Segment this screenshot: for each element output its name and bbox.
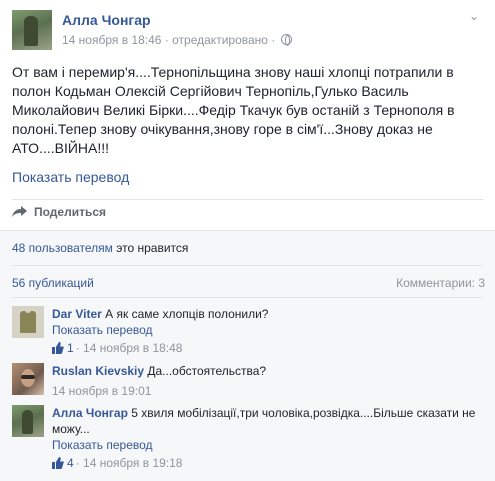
globe-icon[interactable] [280, 34, 292, 46]
comment-author[interactable]: Алла Чонгар [52, 406, 128, 420]
comment-body: Ruslan Kievskiy Да...обстоятельства? 14 … [52, 363, 482, 399]
share-label: Поделиться [34, 205, 107, 219]
post-text: От вам і перемир'я....Тернопільщина знов… [12, 64, 455, 156]
thumbs-up-icon [52, 457, 64, 469]
share-button[interactable]: Поделиться [12, 205, 106, 219]
post-meta: 14 ноября в 18:46 · отредактировано · [62, 33, 292, 47]
comment-text: А як саме хлопців полонили? [101, 307, 269, 321]
comment: Ruslan Kievskiy Да...обстоятельства? 14 … [12, 363, 482, 401]
chevron-down-icon[interactable]: ⌄ [467, 9, 481, 23]
comment-timestamp[interactable]: · 14 ноября в 19:18 [76, 455, 183, 471]
avatar[interactable] [12, 306, 44, 338]
post-author-name[interactable]: Алла Чонгар [62, 12, 151, 28]
feedback-section: 48 пользователям это нравится 56 публика… [0, 230, 495, 481]
author-avatar[interactable] [12, 10, 52, 50]
comment: Dar Viter А як саме хлопців полонили? По… [12, 306, 482, 362]
share-arrow-icon [12, 206, 28, 218]
comment-body: Dar Viter А як саме хлопців полонили? По… [52, 306, 482, 356]
divider [12, 199, 483, 200]
comment-meta: 14 ноября в 19:01 [52, 383, 482, 399]
shares-count-link[interactable]: 56 публикаций [12, 276, 94, 290]
comment: Алла Чонгар 5 хвиля мобілізації,три чоло… [12, 405, 482, 475]
comment-timestamp[interactable]: 14 ноября в 19:01 [52, 383, 151, 399]
comment-author[interactable]: Dar Viter [52, 307, 102, 321]
divider [12, 297, 483, 298]
avatar[interactable] [12, 405, 44, 437]
thumbs-up-icon [52, 342, 64, 354]
like-count[interactable]: 4 [52, 455, 74, 471]
show-translation-link[interactable]: Показать перевод [52, 437, 482, 453]
edited-label[interactable]: · отредактировано · [165, 33, 275, 47]
avatar[interactable] [12, 363, 44, 395]
comment-meta: 1 · 14 ноября в 18:48 [52, 340, 482, 356]
likes-count-link[interactable]: 48 пользователям [12, 241, 113, 255]
comment-timestamp[interactable]: · 14 ноября в 18:48 [76, 340, 183, 356]
likes-summary: 48 пользователям это нравится [12, 241, 189, 255]
comment-meta: 4 · 14 ноября в 19:18 [52, 455, 482, 471]
comment-author[interactable]: Ruslan Kievskiy [52, 364, 144, 378]
like-count[interactable]: 1 [52, 340, 74, 356]
divider [12, 265, 483, 266]
comment-count: Комментарии: 3 [396, 276, 485, 290]
comment-text: Да...обстоятельства? [144, 364, 267, 378]
show-translation-link[interactable]: Показать перевод [52, 322, 482, 338]
post-timestamp[interactable]: 14 ноября в 18:46 [62, 33, 161, 47]
show-translation-link[interactable]: Показать перевод [12, 169, 129, 185]
facebook-post: Алла Чонгар 14 ноября в 18:46 · отредакт… [0, 0, 495, 481]
comment-body: Алла Чонгар 5 хвиля мобілізації,три чоло… [52, 405, 482, 471]
